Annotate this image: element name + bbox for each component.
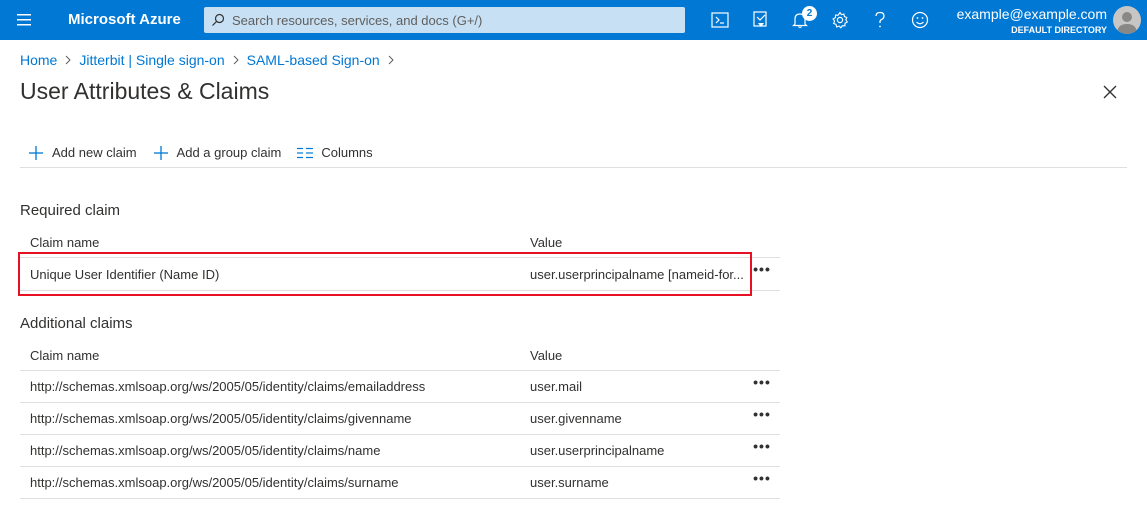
chevron-right-icon xyxy=(388,55,394,65)
claim-value-cell: user.surname xyxy=(530,475,609,490)
page-title: User Attributes & Claims xyxy=(20,78,270,104)
additional-claims-table: Claim name Value http://schemas.xmlsoap.… xyxy=(20,340,780,499)
portal-menu-icon[interactable] xyxy=(0,0,48,40)
claim-value-cell: user.givenname xyxy=(530,411,622,426)
chevron-right-icon xyxy=(65,55,72,65)
more-options-icon[interactable]: ••• xyxy=(752,375,772,389)
claim-name-cell: http://schemas.xmlsoap.org/ws/2005/05/id… xyxy=(30,443,381,458)
column-header-value[interactable]: Value xyxy=(530,348,746,363)
add-group-claim-button[interactable]: Add a group claim xyxy=(145,139,290,167)
feedback-smiley-icon[interactable] xyxy=(900,0,940,40)
help-question-icon[interactable] xyxy=(860,0,900,40)
account-directory: DEFAULT DIRECTORY xyxy=(1011,25,1107,35)
more-options-icon[interactable]: ••• xyxy=(752,262,772,276)
avatar[interactable] xyxy=(1113,6,1141,34)
column-header-claim-name[interactable]: Claim name xyxy=(30,348,99,363)
column-header-value[interactable]: Value xyxy=(530,235,746,250)
claim-name-cell: http://schemas.xmlsoap.org/ws/2005/05/id… xyxy=(30,379,426,394)
columns-label: Columns xyxy=(321,145,373,160)
directory-filter-icon[interactable] xyxy=(740,0,780,40)
breadcrumb-home[interactable]: Home xyxy=(20,52,57,68)
more-options-icon[interactable]: ••• xyxy=(752,407,772,421)
breadcrumb-saml-signon[interactable]: SAML-based Sign-on xyxy=(247,52,380,68)
cloud-shell-icon[interactable] xyxy=(700,0,740,40)
claim-value-cell: user.mail xyxy=(530,379,583,394)
more-options-icon[interactable]: ••• xyxy=(752,439,772,453)
claim-name-cell: http://schemas.xmlsoap.org/ws/2005/05/id… xyxy=(30,411,412,426)
settings-gear-icon[interactable] xyxy=(820,0,860,40)
column-header-claim-name[interactable]: Claim name xyxy=(30,235,99,250)
table-row[interactable]: http://schemas.xmlsoap.org/ws/2005/05/id… xyxy=(20,371,780,403)
columns-icon xyxy=(297,147,314,158)
command-bar: Add new claim Add a group claim Columns xyxy=(20,138,1127,168)
breadcrumb-app-sso[interactable]: Jitterbit | Single sign-on xyxy=(79,52,224,68)
search-icon xyxy=(204,13,232,27)
top-navigation-bar: Microsoft Azure 2 example@example.com DE… xyxy=(0,0,1147,40)
account-email: example@example.com xyxy=(956,6,1107,22)
required-claim-heading: Required claim xyxy=(20,202,121,219)
add-new-claim-button[interactable]: Add new claim xyxy=(20,139,145,167)
add-group-claim-label: Add a group claim xyxy=(176,145,282,160)
table-row[interactable]: http://schemas.xmlsoap.org/ws/2005/05/id… xyxy=(20,467,780,499)
table-row[interactable]: http://schemas.xmlsoap.org/ws/2005/05/id… xyxy=(20,435,780,467)
notifications-bell-icon[interactable]: 2 xyxy=(780,0,820,40)
account-menu[interactable]: example@example.com DEFAULT DIRECTORY xyxy=(957,6,1107,36)
additional-claims-heading: Additional claims xyxy=(20,315,133,332)
claim-value-cell: user.userprincipalname xyxy=(530,443,665,458)
global-search-box[interactable] xyxy=(204,7,685,33)
plus-icon xyxy=(153,145,168,160)
claim-name-cell: http://schemas.xmlsoap.org/ws/2005/05/id… xyxy=(30,475,399,490)
add-new-claim-label: Add new claim xyxy=(52,145,137,160)
more-options-icon[interactable]: ••• xyxy=(752,471,772,485)
columns-button[interactable]: Columns xyxy=(289,139,380,167)
search-input[interactable] xyxy=(232,12,672,28)
table-row[interactable]: http://schemas.xmlsoap.org/ws/2005/05/id… xyxy=(20,403,780,435)
table-header: Claim name Value xyxy=(20,340,780,371)
highlight-box xyxy=(18,252,752,296)
close-icon[interactable] xyxy=(1100,82,1120,102)
azure-brand-link[interactable]: Microsoft Azure xyxy=(68,0,181,40)
plus-icon xyxy=(29,145,43,160)
notifications-count-badge: 2 xyxy=(802,6,817,21)
breadcrumb: Home Jitterbit | Single sign-on SAML-bas… xyxy=(20,51,402,69)
chevron-right-icon xyxy=(233,55,239,65)
